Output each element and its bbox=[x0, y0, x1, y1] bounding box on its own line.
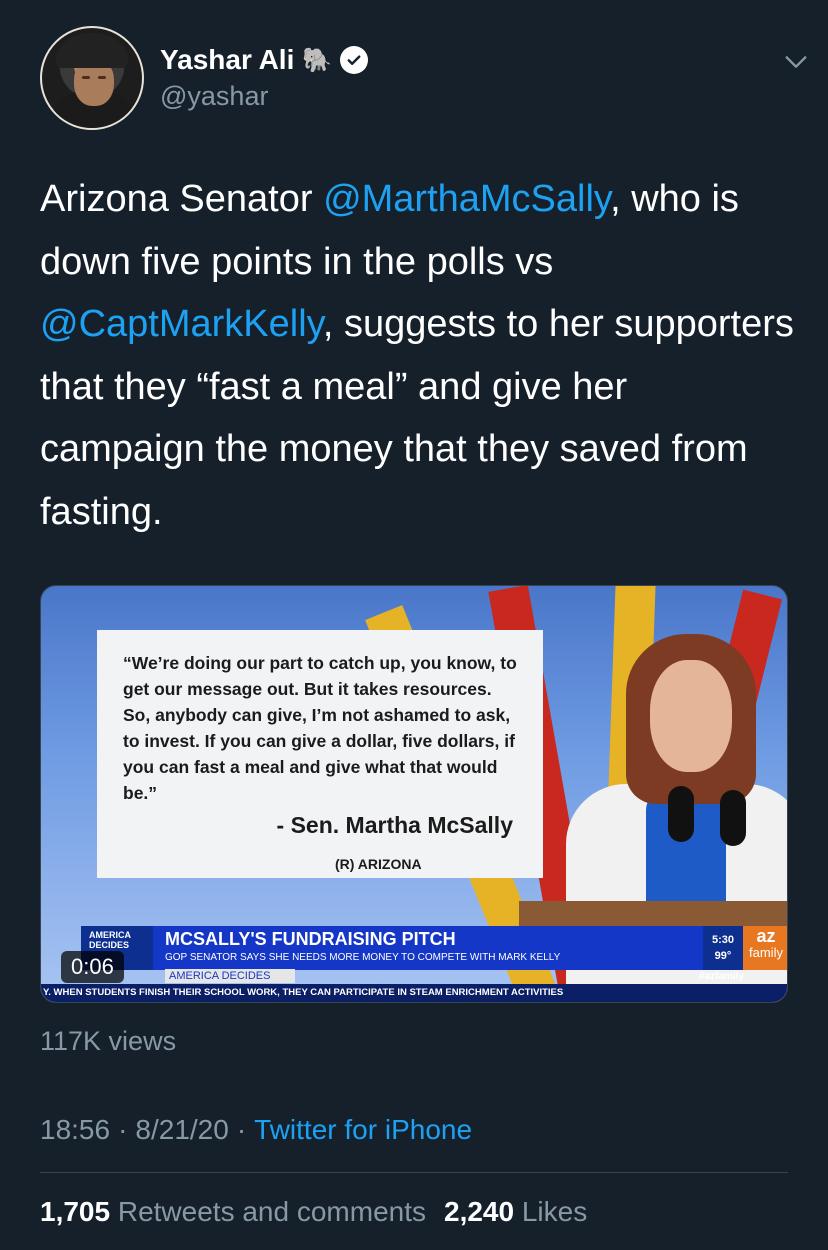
avatar-eye bbox=[98, 76, 106, 79]
tweet-source-link[interactable]: Twitter for iPhone bbox=[254, 1114, 472, 1146]
news-headline: MCSALLY'S FUNDRAISING PITCH bbox=[165, 929, 456, 949]
likes-stat[interactable]: 2,240 Likes bbox=[444, 1196, 587, 1228]
elephant-emoji: 🐘 bbox=[302, 46, 333, 74]
broadcast-time: 5:30 bbox=[711, 934, 735, 946]
station-family: family bbox=[749, 945, 783, 960]
tweet-header: Yashar Ali 🐘 @yashar bbox=[40, 26, 807, 130]
author-handle[interactable]: @yashar bbox=[160, 81, 268, 112]
quote-box: “We’re doing our part to catch up, you k… bbox=[97, 630, 543, 878]
avatar-eye bbox=[82, 76, 90, 79]
likes-label: Likes bbox=[521, 1196, 588, 1227]
headline-band: MCSALLY'S FUNDRAISING PITCH GOP SENATOR … bbox=[153, 926, 703, 970]
quote-attribution: - Sen. Martha McSally bbox=[276, 812, 513, 838]
station-hashtag: #azfamily bbox=[699, 971, 745, 982]
quote-text: “We’re doing our part to catch up, you k… bbox=[123, 653, 517, 803]
author-name[interactable]: Yashar Ali bbox=[160, 44, 294, 76]
retweets-count: 1,705 bbox=[40, 1196, 111, 1227]
news-ticker: Y. WHEN STUDENTS FINISH THEIR SCHOOL WOR… bbox=[41, 984, 787, 1002]
mention-link[interactable]: @MarthaMcSally bbox=[323, 178, 610, 220]
divider bbox=[40, 1172, 788, 1173]
news-lower-third: AMERICA DECIDES MCSALLY'S FUNDRAISING PI… bbox=[81, 926, 787, 986]
tweet-meta: 18:56 · 8/21/20 · Twitter for iPhone bbox=[40, 1114, 472, 1146]
segment-label: AMERICA DECIDES bbox=[165, 969, 295, 983]
broadcast-temp: 99° bbox=[714, 950, 732, 962]
news-subheadline: GOP SENATOR SAYS SHE NEEDS MORE MONEY TO… bbox=[165, 952, 561, 963]
retweets-stat[interactable]: 1,705 Retweets and comments bbox=[40, 1196, 426, 1228]
tweet-stats: 1,705 Retweets and comments 2,240 Likes bbox=[40, 1196, 587, 1228]
video-duration: 0:06 bbox=[61, 951, 124, 983]
video-player[interactable]: “We’re doing our part to catch up, you k… bbox=[40, 585, 788, 1003]
avatar-cap bbox=[56, 34, 128, 68]
speaker-face bbox=[650, 660, 732, 772]
likes-count: 2,240 bbox=[444, 1196, 515, 1227]
author-name-row[interactable]: Yashar Ali 🐘 bbox=[160, 44, 369, 76]
tweet-text-part: Arizona Senator bbox=[40, 178, 324, 220]
microphone bbox=[720, 790, 746, 846]
microphone bbox=[668, 786, 694, 842]
verified-icon bbox=[340, 46, 369, 74]
mention-link[interactable]: @CaptMarkKelly bbox=[40, 303, 323, 345]
view-count: 117K views bbox=[40, 1026, 177, 1056]
avatar[interactable] bbox=[40, 26, 144, 130]
meta-separator: · bbox=[118, 1114, 128, 1145]
time-temp-box: 5:30 99° bbox=[703, 926, 743, 970]
chevron-down-icon[interactable] bbox=[782, 48, 810, 76]
meta-separator: · bbox=[236, 1114, 247, 1145]
station-logo: az family bbox=[743, 926, 787, 970]
station-az: az bbox=[756, 926, 776, 946]
retweets-label: Retweets and comments bbox=[117, 1196, 426, 1227]
tweet-time[interactable]: 18:56 bbox=[40, 1114, 110, 1146]
tweet-text: Arizona Senator @MarthaMcSally, who is d… bbox=[40, 168, 800, 543]
tweet-date[interactable]: 8/21/20 bbox=[135, 1114, 228, 1146]
quote-attribution-sub: (R) ARIZONA bbox=[335, 856, 422, 872]
